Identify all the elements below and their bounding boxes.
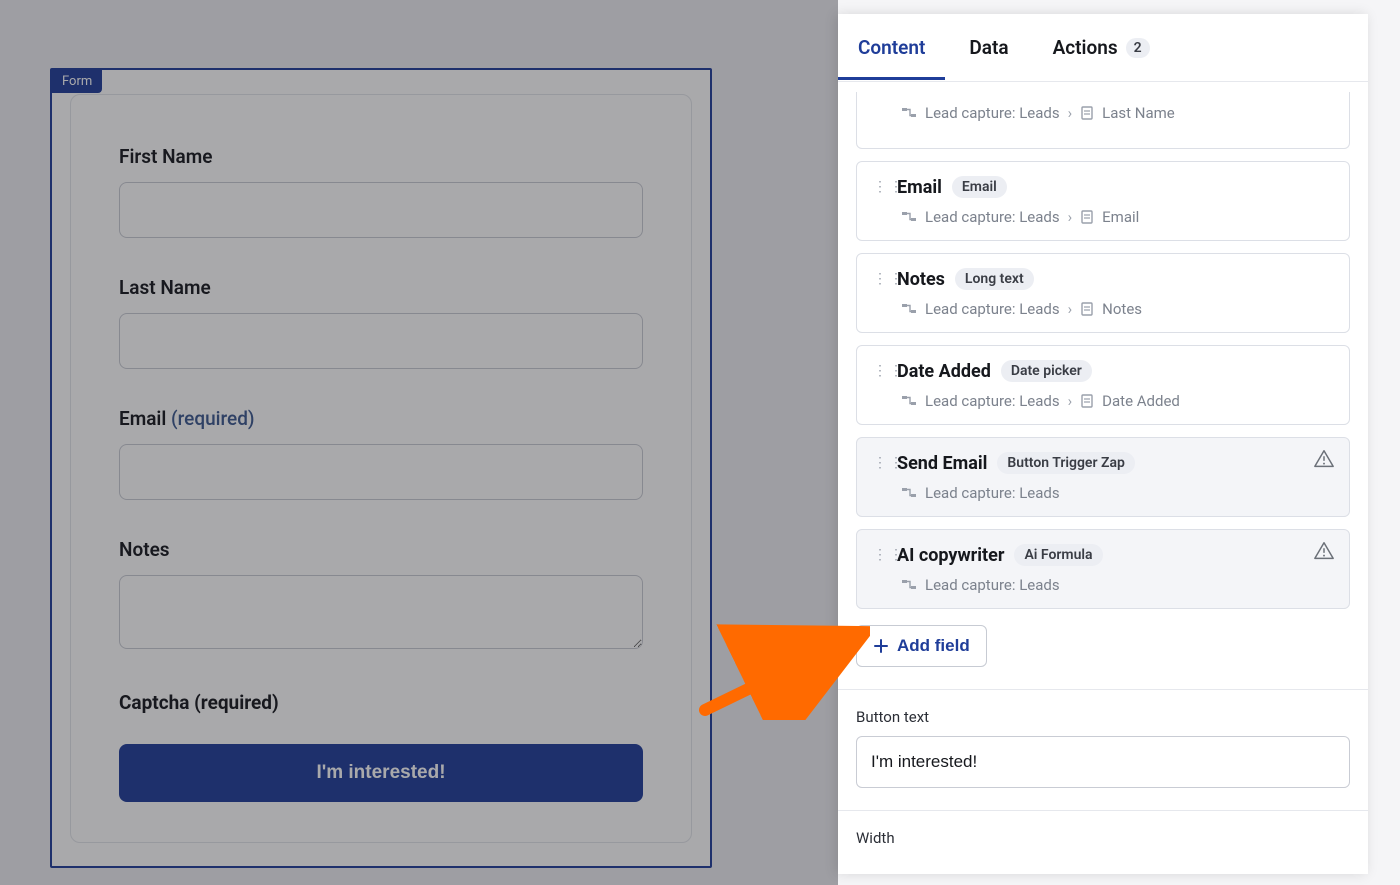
email-input[interactable] (119, 444, 643, 500)
field-row-head: ⋮⋮ Email Email (857, 162, 1349, 204)
tab-actions-badge: 2 (1126, 38, 1150, 58)
field-source-meta: Lead capture: Leads › Email (857, 204, 1349, 240)
source-app: Lead capture: Leads (925, 300, 1060, 318)
required-suffix: (required) (171, 407, 255, 430)
column-icon (1080, 394, 1094, 408)
width-section: Width (838, 810, 1368, 847)
field-row-title: AI copywriter (897, 545, 1004, 566)
drag-handle-icon[interactable]: ⋮⋮ (873, 455, 887, 471)
field-row-last-name-partial[interactable]: Lead capture: Leads › Last Name (856, 92, 1350, 149)
tab-content[interactable]: Content (858, 36, 925, 79)
first-name-input[interactable] (119, 182, 643, 238)
chevron-right-icon: › (1068, 208, 1073, 226)
field-row-head: ⋮⋮ Date Added Date picker (857, 346, 1349, 388)
source-app: Lead capture: Leads (925, 484, 1060, 502)
field-source-meta: Lead capture: Leads (857, 572, 1349, 608)
flow-icon (901, 485, 917, 501)
field-row[interactable]: ⋮⋮ Date Added Date picker Lead capture: Lea… (856, 345, 1350, 425)
button-text-section: Button text (838, 689, 1368, 788)
width-label: Width (856, 829, 1350, 847)
column-icon (1080, 106, 1094, 120)
field-label-text: Email (119, 407, 166, 430)
field-type-pill: Email (952, 176, 1007, 198)
field-label: Notes (119, 538, 643, 561)
form-field-email: Email (required) (119, 407, 643, 500)
source-app: Lead capture: Leads (925, 208, 1060, 226)
config-panel: Content Data Actions 2 Lead capture: Lea… (838, 14, 1368, 874)
field-source-meta: Lead capture: Leads › Date Added (857, 388, 1349, 424)
field-row-head: ⋮⋮ AI copywriter Ai Formula (857, 530, 1349, 572)
form-card: First Name Last Name Email (required) No… (70, 94, 692, 843)
panel-tabs: Content Data Actions 2 (838, 14, 1368, 82)
drag-handle-icon[interactable]: ⋮⋮ (873, 179, 887, 195)
field-row-title: Notes (897, 269, 945, 290)
drag-handle-icon[interactable]: ⋮⋮ (873, 271, 887, 287)
form-field-first-name: First Name (119, 145, 643, 238)
column-icon (1080, 302, 1094, 316)
form-canvas: Form First Name Last Name Email (require… (0, 0, 838, 885)
field-row[interactable]: ⋮⋮ AI copywriter Ai Formula Lead capture: L… (856, 529, 1350, 609)
field-source-meta: Lead capture: Leads (857, 480, 1349, 516)
flow-icon (901, 577, 917, 593)
plus-icon (873, 638, 889, 654)
source-app: Lead capture: Leads (925, 104, 1060, 122)
field-type-pill: Ai Formula (1014, 544, 1102, 566)
source-field: Last Name (1102, 104, 1175, 122)
flow-icon (901, 209, 917, 225)
field-row[interactable]: ⋮⋮ Notes Long text Lead capture: Leads › Note… (856, 253, 1350, 333)
source-app: Lead capture: Leads (925, 392, 1060, 410)
field-label: First Name (119, 145, 643, 168)
field-row-head: ⋮⋮ Notes Long text (857, 254, 1349, 296)
form-badge: Form (52, 70, 102, 93)
form-field-last-name: Last Name (119, 276, 643, 369)
field-row-head: ⋮⋮ Send Email Button Trigger Zap (857, 438, 1349, 480)
submit-button[interactable]: I'm interested! (119, 744, 643, 802)
chevron-right-icon: › (1068, 392, 1073, 410)
last-name-input[interactable] (119, 313, 643, 369)
field-source-meta: Lead capture: Leads › Notes (857, 296, 1349, 332)
source-field: Email (1102, 208, 1139, 226)
field-type-pill: Button Trigger Zap (997, 452, 1134, 474)
source-app: Lead capture: Leads (925, 576, 1060, 594)
warning-icon (1313, 448, 1335, 474)
flow-icon (901, 301, 917, 317)
drag-handle-icon[interactable]: ⋮⋮ (873, 363, 887, 379)
field-row[interactable]: ⋮⋮ Send Email Button Trigger Zap Lead captu… (856, 437, 1350, 517)
source-field: Date Added (1102, 392, 1180, 410)
flow-icon (901, 105, 917, 121)
chevron-right-icon: › (1068, 300, 1073, 318)
button-text-label: Button text (856, 708, 1350, 726)
add-field-button[interactable]: Add field (856, 625, 987, 667)
field-row-title: Date Added (897, 361, 991, 382)
add-field-label: Add field (897, 636, 970, 656)
form-selection-outline[interactable]: Form First Name Last Name Email (require… (50, 68, 712, 868)
field-label: Email (required) (119, 407, 643, 430)
chevron-right-icon: › (1068, 104, 1073, 122)
field-row[interactable]: ⋮⋮ Email Email Lead capture: Leads › Email (856, 161, 1350, 241)
flow-icon (901, 393, 917, 409)
field-type-pill: Date picker (1001, 360, 1092, 382)
form-field-notes: Notes (119, 538, 643, 653)
field-source-meta: Lead capture: Leads › Last Name (873, 100, 1333, 136)
field-type-pill: Long text (955, 268, 1034, 290)
tab-actions[interactable]: Actions 2 (1053, 36, 1150, 79)
warning-icon (1313, 540, 1335, 566)
tab-data[interactable]: Data (969, 36, 1008, 79)
tab-actions-label: Actions (1053, 36, 1118, 59)
notes-textarea[interactable] (119, 575, 643, 649)
captcha-label: Captcha (required) (119, 691, 643, 714)
drag-handle-icon[interactable]: ⋮⋮ (873, 547, 887, 563)
source-field: Notes (1102, 300, 1142, 318)
field-label: Last Name (119, 276, 643, 299)
field-row-title: Email (897, 177, 942, 198)
button-text-input[interactable] (856, 736, 1350, 788)
field-row-title: Send Email (897, 453, 987, 474)
column-icon (1080, 210, 1094, 224)
panel-body[interactable]: Lead capture: Leads › Last Name ⋮⋮ Email E… (838, 82, 1368, 874)
